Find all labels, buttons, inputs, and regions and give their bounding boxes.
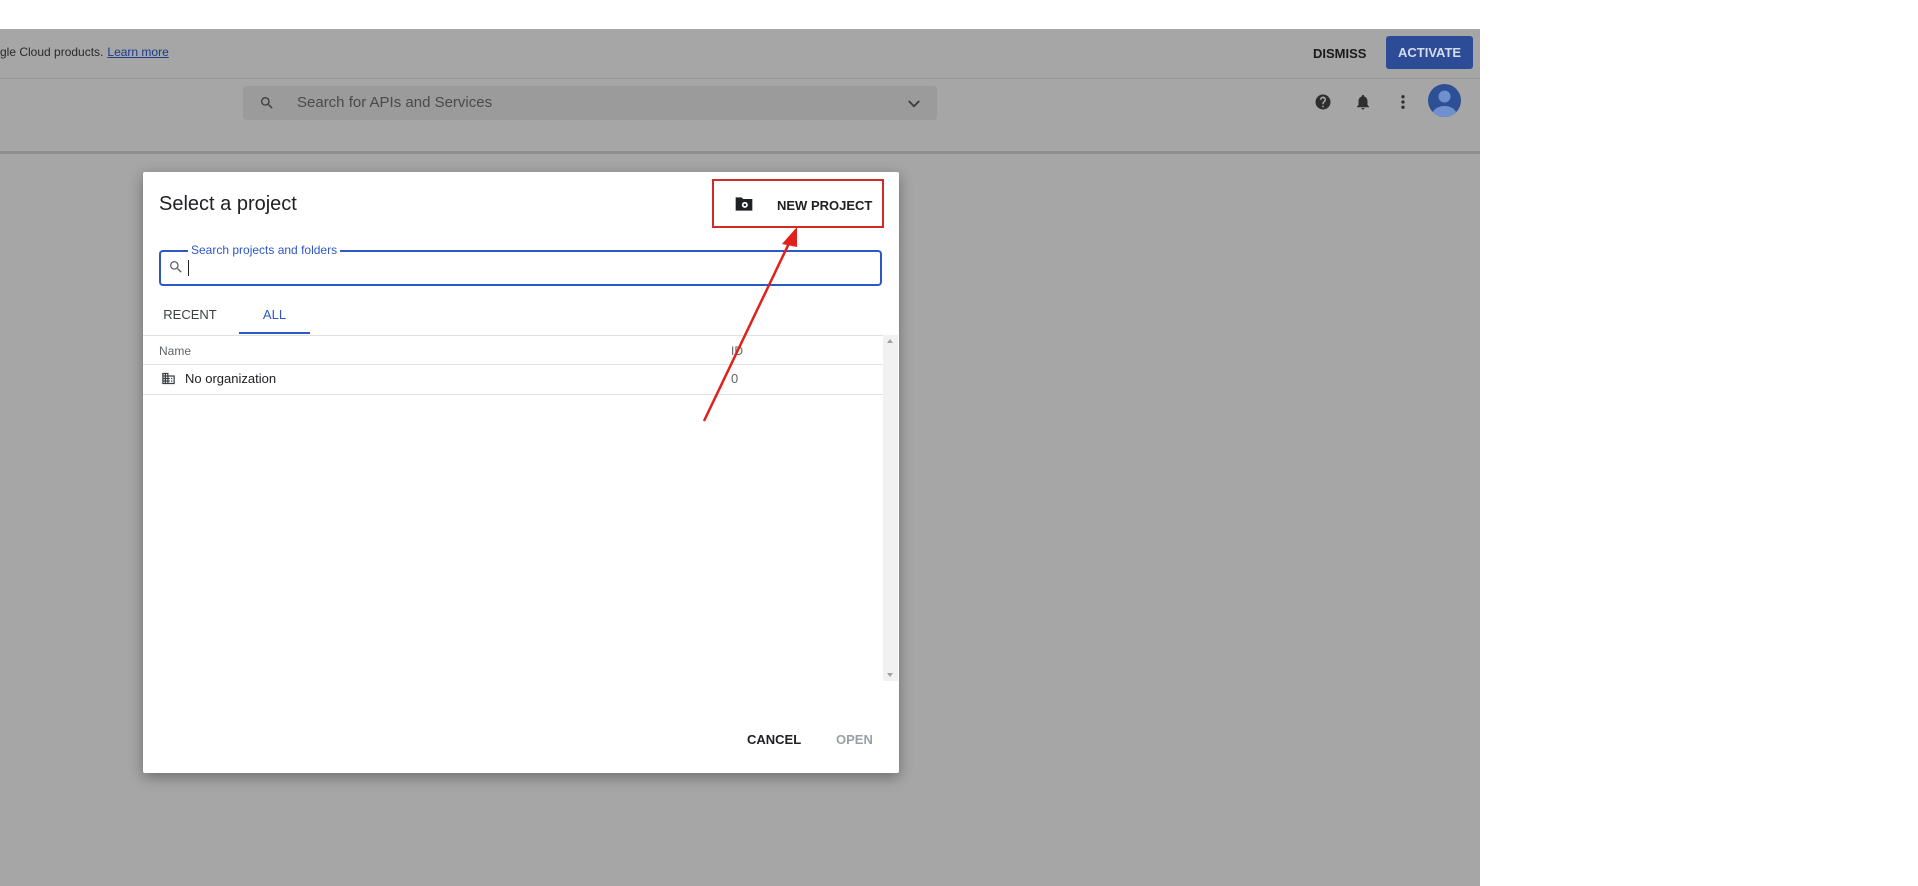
search-icon xyxy=(170,261,182,273)
cancel-button[interactable]: CANCEL xyxy=(747,732,801,747)
project-table: Name ID No organization 0 xyxy=(143,335,883,682)
new-project-button[interactable]: NEW PROJECT xyxy=(712,179,884,228)
tab-recent[interactable]: RECENT xyxy=(159,296,221,334)
create-folder-icon xyxy=(735,197,753,211)
more-vert-icon[interactable] xyxy=(1394,93,1412,111)
api-search-bar[interactable]: Search for APIs and Services xyxy=(243,86,937,120)
search-icon xyxy=(261,97,273,109)
activate-button[interactable]: ACTIVATE xyxy=(1386,36,1474,69)
table-scrollbar[interactable] xyxy=(883,335,898,681)
text-cursor xyxy=(188,260,189,276)
banner-message: gle Cloud products. Learn more xyxy=(0,45,169,59)
banner-text: gle Cloud products. xyxy=(0,45,104,59)
account-icon xyxy=(1432,90,1457,117)
scroll-up-arrow-icon[interactable] xyxy=(887,339,893,343)
chevron-down-icon[interactable] xyxy=(905,95,923,113)
column-header-id: ID xyxy=(731,344,743,358)
project-search-label: Search projects and folders xyxy=(188,243,341,257)
select-project-dialog: Select a project NEW PROJECT Search proj… xyxy=(143,172,899,773)
tab-all[interactable]: ALL xyxy=(239,296,310,334)
learn-more-link[interactable]: Learn more xyxy=(107,45,168,59)
console-background: gle Cloud products. Learn more DISMISS AC… xyxy=(0,29,1480,886)
new-project-label: NEW PROJECT xyxy=(777,198,873,213)
row-name: No organization xyxy=(185,371,277,386)
trial-banner: gle Cloud products. Learn more DISMISS AC… xyxy=(0,29,1480,79)
project-tabs: RECENT ALL xyxy=(143,296,883,334)
organization-icon xyxy=(162,372,175,385)
table-row[interactable]: No organization 0 xyxy=(143,365,883,395)
api-search-placeholder: Search for APIs and Services xyxy=(297,94,493,111)
scroll-down-arrow-icon[interactable] xyxy=(887,673,893,677)
column-header-name: Name xyxy=(159,344,192,358)
avatar[interactable] xyxy=(1428,84,1461,117)
notifications-icon[interactable] xyxy=(1354,93,1372,111)
dialog-title: Select a project xyxy=(159,193,297,215)
open-button[interactable]: OPEN xyxy=(836,732,873,747)
row-id: 0 xyxy=(731,371,739,386)
dismiss-button[interactable]: DISMISS xyxy=(1303,38,1376,70)
top-navigation-bar: Search for APIs and Services xyxy=(0,79,1480,154)
project-search-field[interactable]: Search projects and folders xyxy=(159,243,882,286)
help-icon[interactable] xyxy=(1314,93,1332,111)
